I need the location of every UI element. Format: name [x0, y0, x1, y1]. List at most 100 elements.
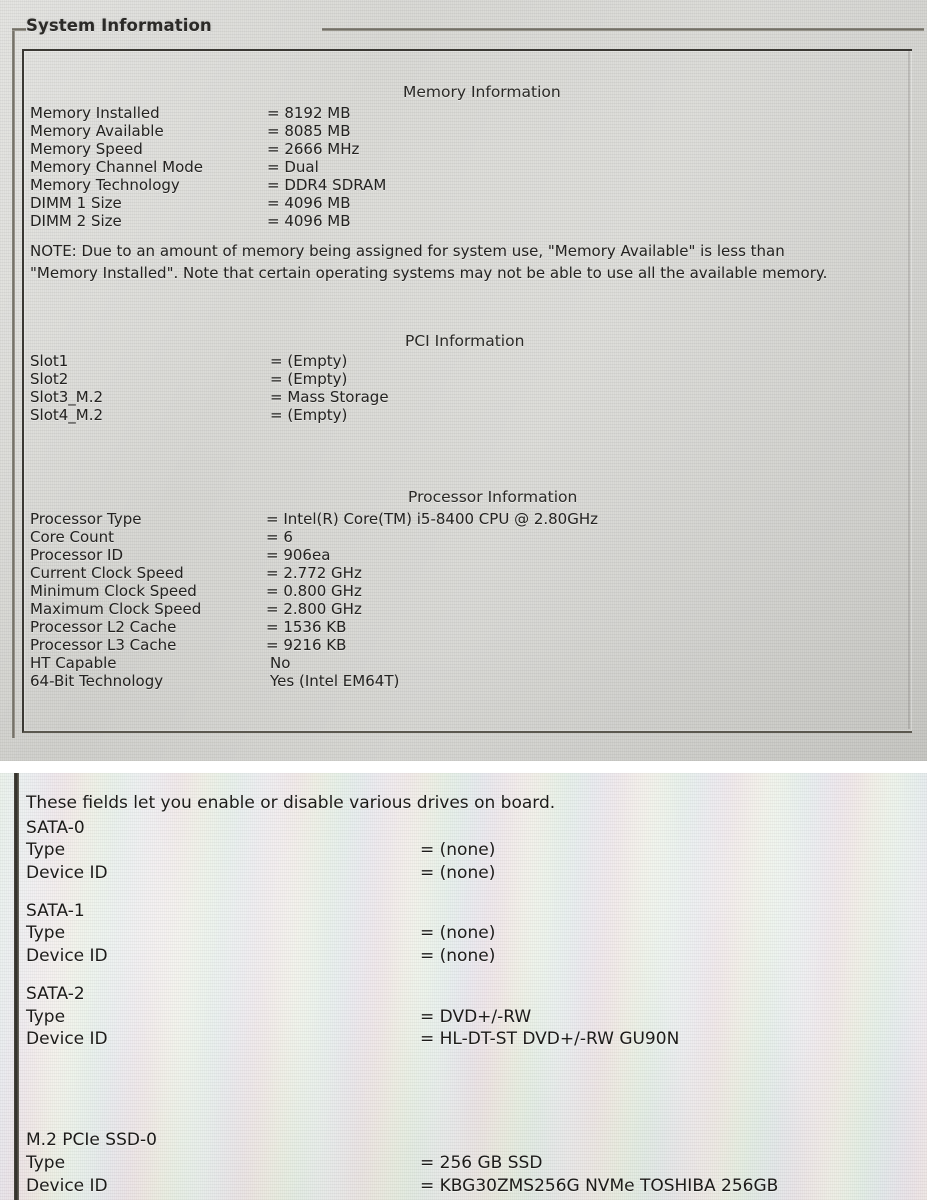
- row-key: Slot3_M.2: [30, 388, 104, 406]
- row-value: = (none): [420, 863, 496, 883]
- row-value: = Mass Storage: [270, 388, 389, 406]
- row-value: No: [270, 654, 291, 672]
- row-key: Device ID: [26, 946, 108, 966]
- info-row-slot1: Slot1 = (Empty): [30, 352, 910, 370]
- row-value: = 2.800 GHz: [266, 600, 362, 618]
- info-row-slot4-m2: Slot4_M.2 = (Empty): [30, 406, 910, 424]
- row-value: = (none): [420, 923, 496, 943]
- info-row-processor-id: Processor ID = 906ea: [30, 546, 910, 564]
- row-key: Type: [26, 923, 66, 943]
- info-row-core-count: Core Count = 6: [30, 528, 910, 546]
- info-row-processor-l3-cache: Processor L3 Cache = 9216 KB: [30, 636, 910, 654]
- info-row-memory-available: Memory Available = 8085 MB: [30, 122, 910, 140]
- drive-row-sata-1-type: Type = (none): [26, 923, 916, 943]
- row-key: DIMM 2 Size: [30, 212, 122, 230]
- drive-heading-sata-0: SATA-0: [26, 818, 85, 838]
- row-value: = 2666 MHz: [267, 140, 360, 158]
- drives-intro-text: These fields let you enable or disable v…: [26, 793, 556, 813]
- panel-separator: [0, 761, 927, 773]
- row-key: Maximum Clock Speed: [30, 600, 202, 618]
- row-value: = 0.800 GHz: [266, 582, 362, 600]
- info-row-current-clock-speed: Current Clock Speed = 2.772 GHz: [30, 564, 910, 582]
- drive-heading-m2-pcie-ssd-0: M.2 PCIe SSD-0: [26, 1130, 157, 1150]
- drive-row-sata-0-type: Type = (none): [26, 840, 916, 860]
- row-key: Device ID: [26, 1029, 108, 1049]
- row-key: Device ID: [26, 1176, 108, 1196]
- row-value: = 6: [266, 528, 293, 546]
- drive-row-sata-2-type: Type = DVD+/-RW: [26, 1007, 916, 1027]
- row-value: = (none): [420, 946, 496, 966]
- row-value: Yes (Intel EM64T): [270, 672, 400, 690]
- info-row-dimm-1-size: DIMM 1 Size = 4096 MB: [30, 194, 910, 212]
- drive-row-m2-pcie-ssd-0-device-id: Device ID = KBG30ZMS256G NVMe TOSHIBA 25…: [26, 1176, 916, 1196]
- info-row-minimum-clock-speed: Minimum Clock Speed = 0.800 GHz: [30, 582, 910, 600]
- info-row-ht-capable: HT Capable No: [30, 654, 910, 672]
- row-key: Device ID: [26, 863, 108, 883]
- info-row-processor-type: Processor Type = Intel(R) Core(TM) i5-84…: [30, 510, 910, 528]
- info-row-maximum-clock-speed: Maximum Clock Speed = 2.800 GHz: [30, 600, 910, 618]
- row-key: Processor L2 Cache: [30, 618, 177, 636]
- row-key: Minimum Clock Speed: [30, 582, 197, 600]
- row-key: Type: [26, 1153, 66, 1173]
- row-key: Core Count: [30, 528, 115, 546]
- row-value: = 1536 KB: [266, 618, 347, 636]
- row-value: = 4096 MB: [267, 194, 351, 212]
- row-key: Memory Available: [30, 122, 164, 140]
- drive-row-sata-0-device-id: Device ID = (none): [26, 863, 916, 883]
- info-row-64-bit-technology: 64-Bit Technology Yes (Intel EM64T): [30, 672, 910, 690]
- row-key: Memory Installed: [30, 104, 160, 122]
- drive-row-sata-1-device-id: Device ID = (none): [26, 946, 916, 966]
- row-value: = Dual: [267, 158, 319, 176]
- info-row-processor-l2-cache: Processor L2 Cache = 1536 KB: [30, 618, 910, 636]
- row-key: Type: [26, 840, 66, 860]
- row-value: = 8192 MB: [267, 104, 351, 122]
- drive-heading-sata-2: SATA-2: [26, 984, 85, 1004]
- row-key: Memory Technology: [30, 176, 180, 194]
- info-row-memory-installed: Memory Installed = 8192 MB: [30, 104, 910, 122]
- drives-panel: These fields let you enable or disable v…: [0, 773, 927, 1200]
- info-row-dimm-2-size: DIMM 2 Size = 4096 MB: [30, 212, 910, 230]
- row-value: = DDR4 SDRAM: [267, 176, 387, 194]
- row-value: = Intel(R) Core(TM) i5-8400 CPU @ 2.80GH…: [266, 510, 599, 528]
- info-row-slot3-m2: Slot3_M.2 = Mass Storage: [30, 388, 910, 406]
- drive-heading-sata-1: SATA-1: [26, 901, 85, 921]
- row-value: = 4096 MB: [267, 212, 351, 230]
- row-value: = (none): [420, 840, 496, 860]
- row-key: Slot4_M.2: [30, 406, 104, 424]
- row-value: = 2.772 GHz: [266, 564, 362, 582]
- row-value: = 906ea: [266, 546, 331, 564]
- row-value: = (Empty): [270, 352, 348, 370]
- info-row-slot2: Slot2 = (Empty): [30, 370, 910, 388]
- info-row-memory-technology: Memory Technology = DDR4 SDRAM: [30, 176, 910, 194]
- drive-row-sata-2-device-id: Device ID = HL-DT-ST DVD+/-RW GU90N: [26, 1029, 916, 1049]
- row-value: = (Empty): [270, 406, 348, 424]
- section-title-pci-information: PCI Information: [405, 332, 525, 350]
- info-row-memory-speed: Memory Speed = 2666 MHz: [30, 140, 910, 158]
- system-information-panel: System Information Memory Information Me…: [0, 0, 927, 761]
- drive-row-m2-pcie-ssd-0-type: Type = 256 GB SSD: [26, 1153, 916, 1173]
- row-key: Current Clock Speed: [30, 564, 184, 582]
- row-key: Type: [26, 1007, 66, 1027]
- section-title-processor-information: Processor Information: [408, 488, 578, 506]
- section-title-memory-information: Memory Information: [403, 83, 561, 101]
- row-key: Memory Channel Mode: [30, 158, 203, 176]
- row-key: Processor L3 Cache: [30, 636, 177, 654]
- row-value: = 8085 MB: [267, 122, 351, 140]
- row-key: DIMM 1 Size: [30, 194, 122, 212]
- memory-note-text: NOTE: Due to an amount of memory being a…: [30, 242, 828, 282]
- row-value: = 9216 KB: [266, 636, 347, 654]
- drives-content: These fields let you enable or disable v…: [0, 773, 927, 1200]
- row-key: Memory Speed: [30, 140, 143, 158]
- row-value: = DVD+/-RW: [420, 1007, 532, 1027]
- row-key: 64-Bit Technology: [30, 672, 164, 690]
- row-value: = (Empty): [270, 370, 348, 388]
- row-value: = KBG30ZMS256G NVMe TOSHIBA 256GB: [420, 1176, 779, 1196]
- row-value: = 256 GB SSD: [420, 1153, 543, 1173]
- row-key: Slot1: [30, 352, 69, 370]
- row-value: = HL-DT-ST DVD+/-RW GU90N: [420, 1029, 680, 1049]
- row-key: HT Capable: [30, 654, 117, 672]
- row-key: Processor Type: [30, 510, 142, 528]
- row-key: Slot2: [30, 370, 69, 388]
- info-row-memory-channel-mode: Memory Channel Mode = Dual: [30, 158, 910, 176]
- row-key: Processor ID: [30, 546, 123, 564]
